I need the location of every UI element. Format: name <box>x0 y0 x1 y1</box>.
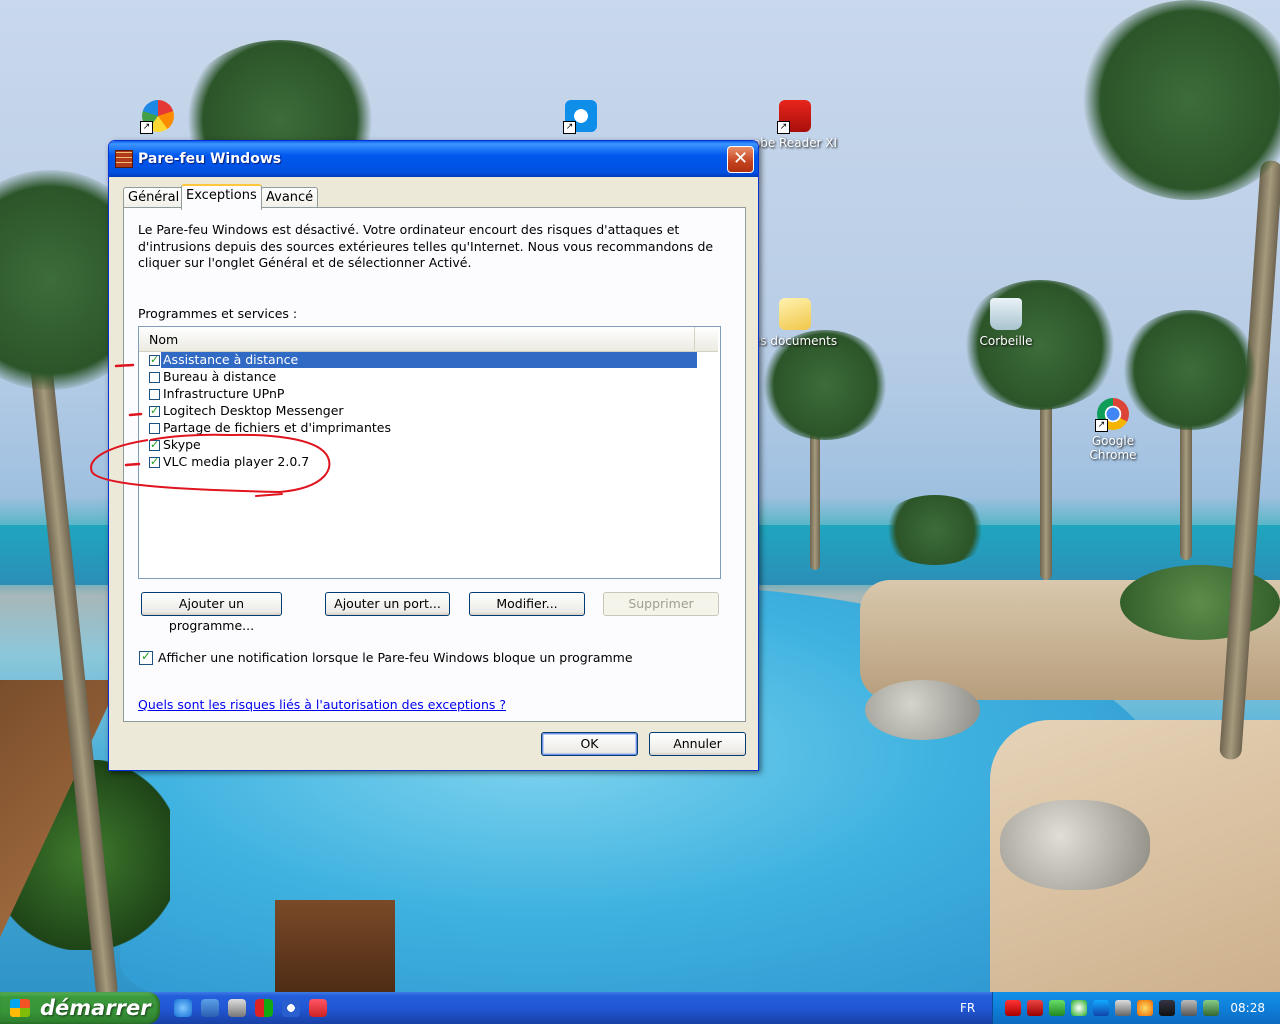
shortcut-arrow-icon: ↗ <box>563 121 576 134</box>
program-row-logitech[interactable]: Logitech Desktop Messenger <box>147 403 697 420</box>
clock[interactable]: 08:28 <box>1230 1001 1265 1015</box>
add-program-button[interactable]: Ajouter un programme... <box>141 592 282 633</box>
desktop-icon-chrome[interactable]: ↗ Google Chrome <box>1068 398 1158 462</box>
messenger-icon[interactable] <box>201 999 219 1017</box>
start-label: démarrer <box>40 996 151 1020</box>
start-button[interactable]: démarrer <box>0 992 160 1024</box>
program-checkbox[interactable] <box>149 403 160 419</box>
firewall-dialog: Pare-feu Windows ✕ Général Exceptions Av… <box>108 140 759 771</box>
desktop-icon-adobe-reader[interactable]: ↗ obe Reader XI <box>750 100 840 150</box>
tray-app-icon[interactable] <box>1005 1000 1021 1016</box>
tray-app-icon[interactable] <box>1203 1000 1219 1016</box>
cancel-button[interactable]: Annuler <box>649 732 746 756</box>
tray-app-icon[interactable] <box>1049 1000 1065 1016</box>
programs-list[interactable]: Nom Assistance à distance Bureau à dista… <box>138 326 721 579</box>
program-row-upnp[interactable]: Infrastructure UPnP <box>147 386 697 403</box>
player-icon[interactable] <box>282 999 300 1017</box>
program-label: VLC media player 2.0.7 <box>163 454 310 469</box>
desktop-icon-teamviewer[interactable]: ↗ <box>536 100 626 136</box>
palm-leaves-background <box>880 495 990 565</box>
app-icon[interactable] <box>255 999 273 1017</box>
program-checkbox[interactable] <box>149 437 160 453</box>
program-row-vlc[interactable]: VLC media player 2.0.7 <box>147 454 697 471</box>
picasa-icon: ↗ <box>140 100 174 134</box>
desktop-icon-picasa[interactable]: ↗ <box>113 100 203 136</box>
shortcut-arrow-icon: ↗ <box>140 121 153 134</box>
desktop-icon-label: es documents <box>752 334 838 348</box>
ie-icon[interactable] <box>174 999 192 1017</box>
desktop-icon-documents[interactable]: es documents <box>750 298 840 348</box>
shortcut-arrow-icon: ↗ <box>777 121 790 134</box>
wood-post-background <box>275 900 395 992</box>
modify-button[interactable]: Modifier... <box>469 592 585 616</box>
bush-background <box>1120 565 1280 640</box>
chrome-icon: ↗ <box>1095 398 1129 432</box>
firewall-icon <box>115 150 133 168</box>
adobe-reader-icon: ↗ <box>777 100 811 134</box>
tray-app-icon[interactable] <box>1071 1000 1087 1016</box>
desktop-icon-recycle-bin[interactable]: Corbeille <box>961 298 1051 348</box>
notification-checkbox[interactable] <box>139 649 153 665</box>
ok-button[interactable]: OK <box>541 732 638 756</box>
media-icon[interactable] <box>228 999 246 1017</box>
programs-label: Programmes et services : <box>138 306 298 321</box>
list-header: Nom <box>139 327 718 352</box>
language-indicator[interactable]: FR <box>960 1001 975 1015</box>
recycle-bin-icon <box>990 298 1022 330</box>
network-icon[interactable] <box>1093 1000 1109 1016</box>
program-row-partage[interactable]: Partage de fichiers et d'imprimantes <box>147 420 697 437</box>
program-label: Logitech Desktop Messenger <box>163 403 344 418</box>
tab-general[interactable]: Général <box>123 187 185 208</box>
dialog-title: Pare-feu Windows <box>138 151 282 167</box>
rock-background <box>1000 800 1150 890</box>
program-label: Assistance à distance <box>161 352 697 368</box>
firewall-disabled-warning: Le Pare-feu Windows est désactivé. Votre… <box>138 222 714 270</box>
desktop-icon-label: Google Chrome <box>1089 434 1137 462</box>
program-label: Infrastructure UPnP <box>163 386 285 401</box>
close-icon: ✕ <box>732 148 749 169</box>
program-label: Skype <box>163 437 201 452</box>
speaker-icon[interactable] <box>1181 1000 1197 1016</box>
program-checkbox[interactable] <box>149 372 160 383</box>
program-label: Partage de fichiers et d'imprimantes <box>163 420 391 435</box>
program-row-bureau[interactable]: Bureau à distance <box>147 369 697 386</box>
system-tray: 08:28 <box>992 992 1280 1024</box>
tray-app-icon[interactable] <box>1159 1000 1175 1016</box>
tray-app-icon[interactable] <box>1137 1000 1153 1016</box>
shield-icon[interactable] <box>1027 1000 1043 1016</box>
delete-button[interactable]: Supprimer <box>603 592 719 616</box>
program-row-assistance[interactable]: Assistance à distance <box>147 352 697 369</box>
tab-advanced[interactable]: Avancé <box>261 187 319 208</box>
program-checkbox[interactable] <box>149 389 160 400</box>
exceptions-panel: Le Pare-feu Windows est désactivé. Votre… <box>123 207 746 722</box>
program-checkbox[interactable] <box>149 423 160 434</box>
program-row-skype[interactable]: Skype <box>147 437 697 454</box>
app-icon[interactable] <box>309 999 327 1017</box>
shortcut-arrow-icon: ↗ <box>1095 419 1108 432</box>
printer-icon[interactable] <box>1115 1000 1131 1016</box>
program-label: Bureau à distance <box>163 369 277 384</box>
exceptions-risk-link[interactable]: Quels sont les risques liés à l'autorisa… <box>138 697 506 712</box>
tab-exceptions[interactable]: Exceptions <box>181 184 262 210</box>
column-header-name[interactable]: Nom <box>139 327 695 350</box>
palm-leaves-background <box>1080 0 1280 200</box>
desktop-icon-label: Corbeille <box>979 334 1033 348</box>
teamviewer-icon: ↗ <box>563 100 597 134</box>
program-checkbox[interactable] <box>149 454 160 470</box>
notification-label: Afficher une notification lorsque le Par… <box>158 650 633 665</box>
close-button[interactable]: ✕ <box>727 146 754 173</box>
taskbar: démarrer FR 08:28 <box>0 992 1280 1024</box>
folder-icon <box>779 298 811 330</box>
desktop-icon-label: obe Reader XI <box>752 136 838 150</box>
program-checkbox[interactable] <box>149 352 160 368</box>
rock-background <box>865 680 980 740</box>
title-bar[interactable]: Pare-feu Windows ✕ <box>109 141 758 177</box>
windows-logo-icon <box>10 999 30 1017</box>
add-port-button[interactable]: Ajouter un port... <box>325 592 450 616</box>
